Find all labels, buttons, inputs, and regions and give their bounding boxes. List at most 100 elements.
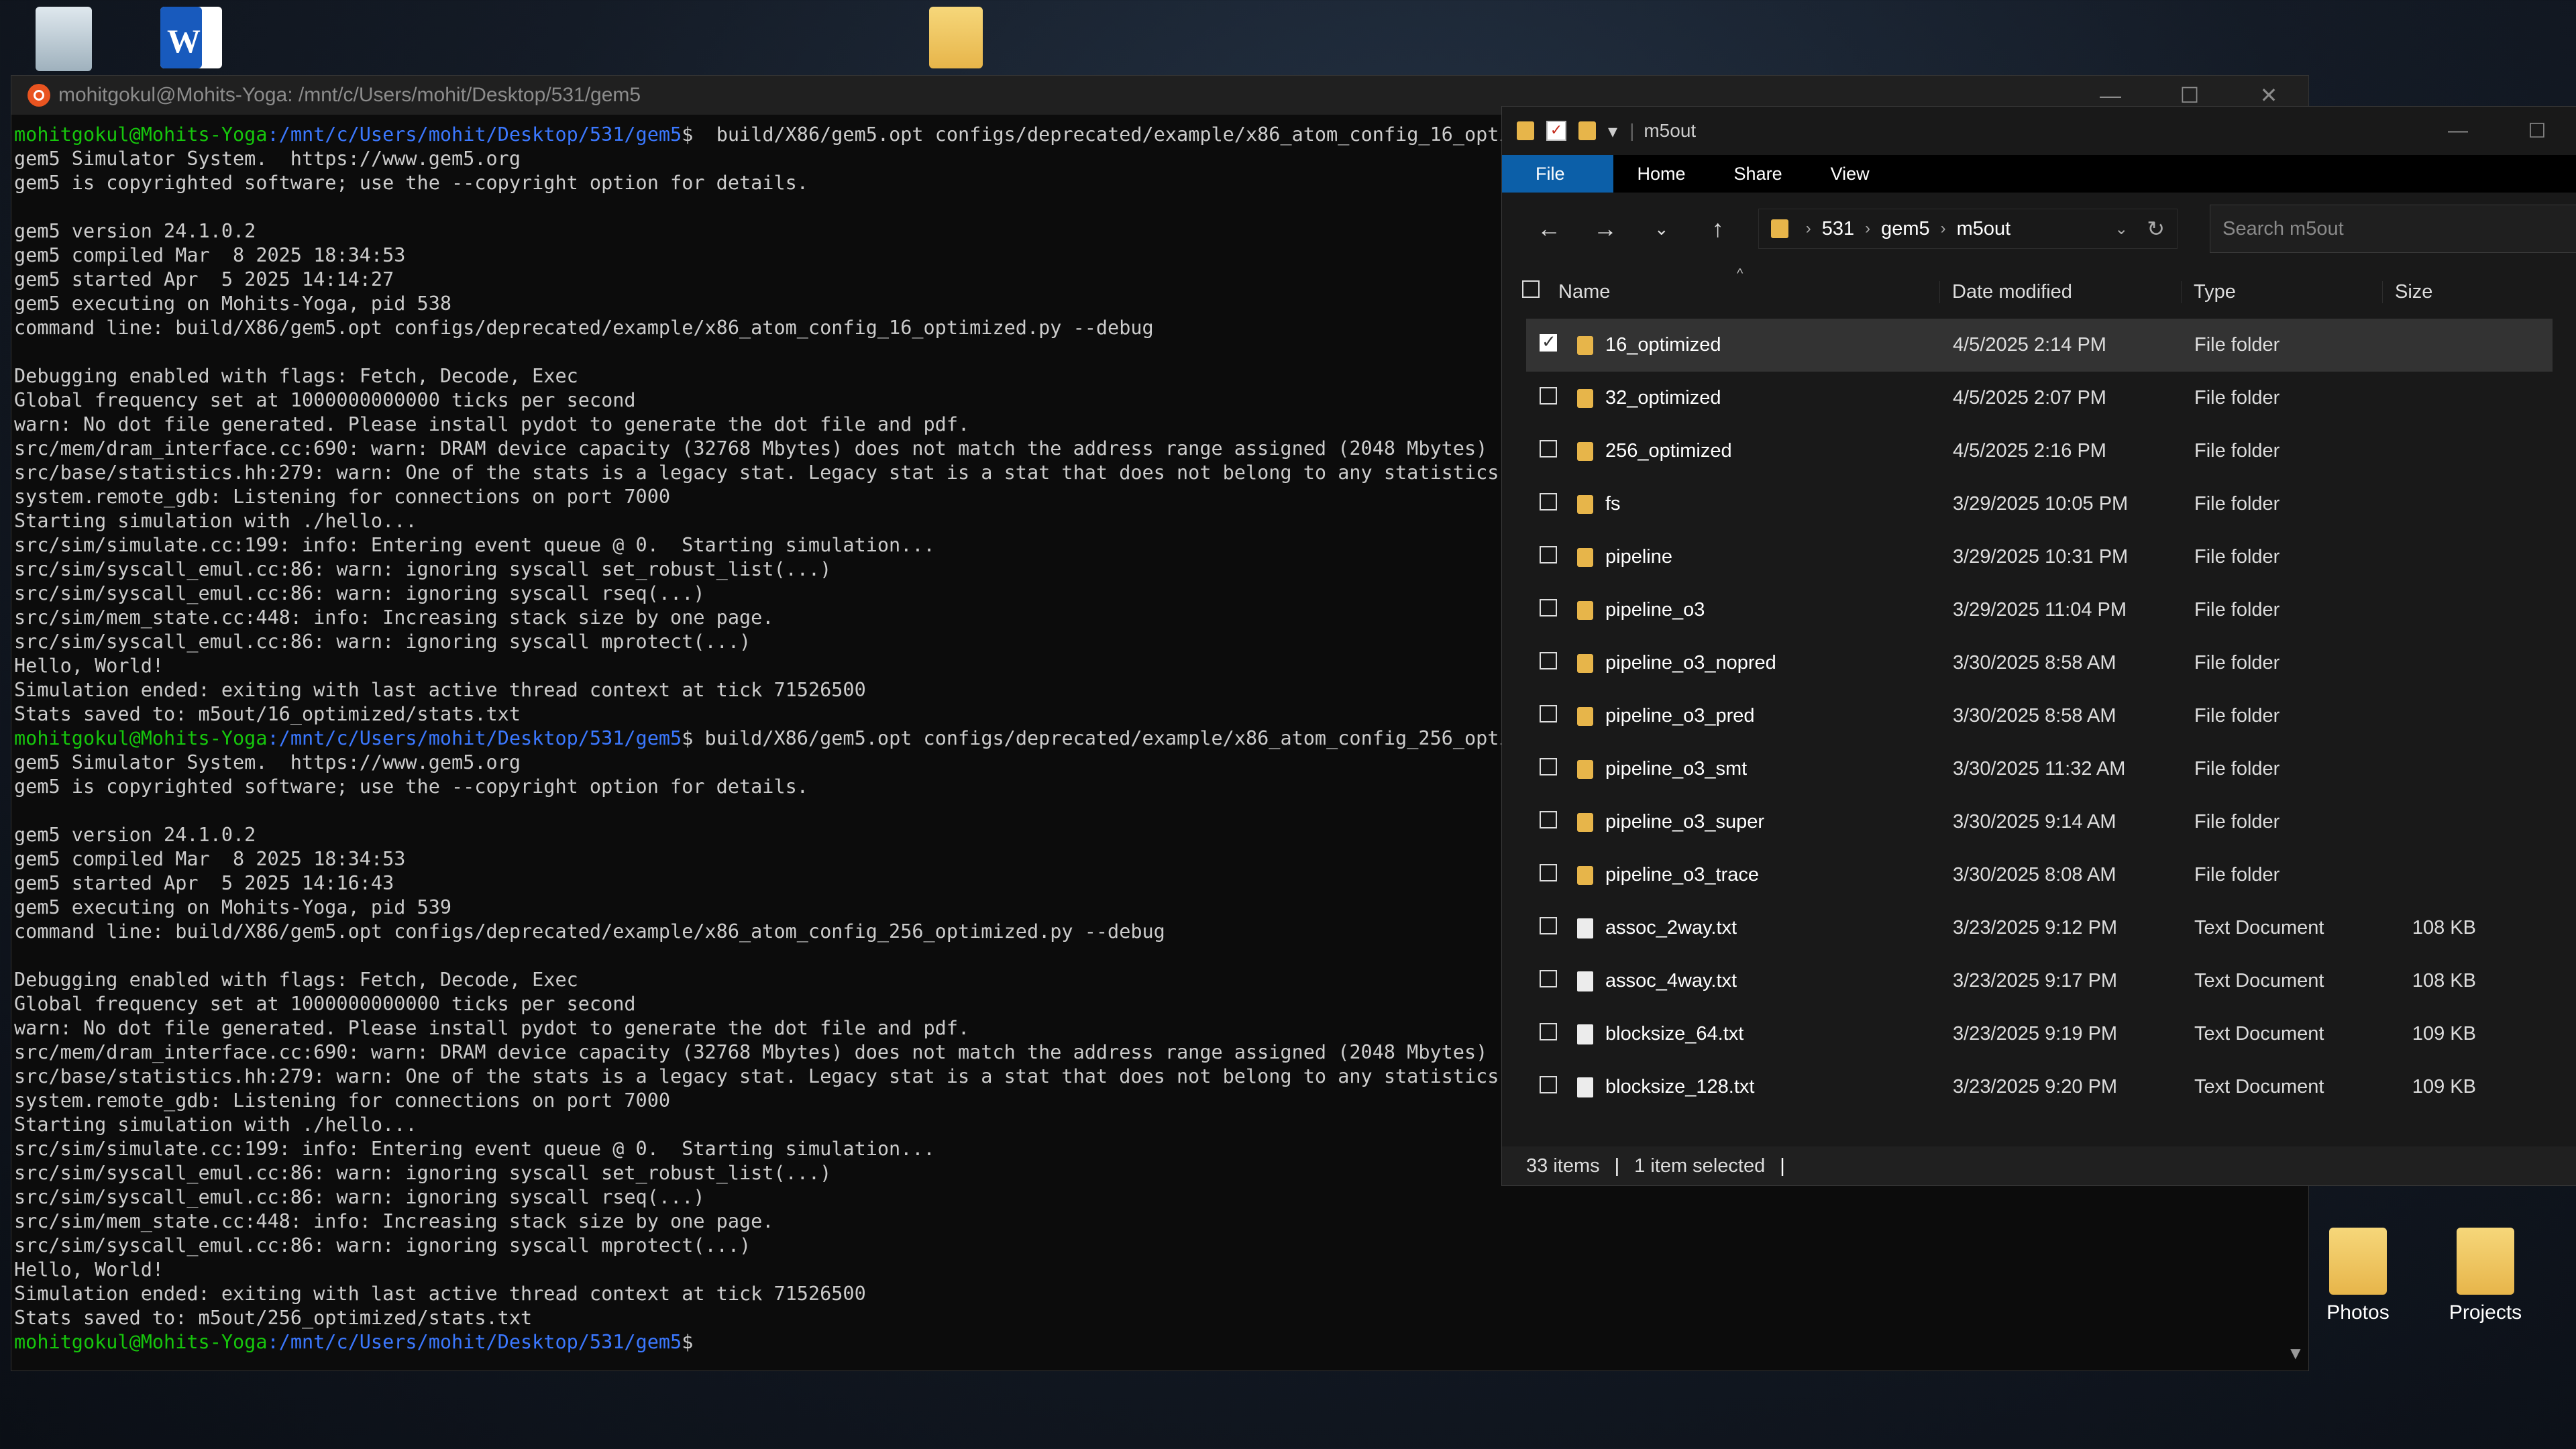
column-name[interactable]: Name [1540,281,1939,303]
address-bar[interactable]: › 531 › gem5 › m5out ⌄ ↻ [1758,209,2178,249]
row-checkbox[interactable] [1540,704,1557,722]
photos-desktop-icon[interactable]: Photos [2321,1228,2395,1324]
recycle-bin-icon[interactable] [27,7,101,71]
row-checkbox[interactable] [1540,1075,1557,1093]
row-checkbox[interactable] [1540,810,1557,828]
file-list-scrollbar[interactable] [2562,288,2576,1146]
row-checkbox[interactable] [1540,651,1557,669]
minimize-icon[interactable]: — [2418,107,2498,155]
file-list-row[interactable]: blocksize_64.txt 3/23/2025 9:19 PM Text Do… [1526,1008,2553,1061]
file-name: assoc_2way.txt [1605,917,1737,938]
date-modified: 4/5/2025 2:07 PM [1953,387,2106,409]
file-list-row[interactable]: 32_optimized 4/5/2025 2:07 PM File folder [1526,372,2553,425]
address-dropdown-icon[interactable]: ⌄ [2114,219,2128,239]
text-file-icon [1577,1077,1593,1097]
row-checkbox[interactable] [1540,598,1557,616]
file-list-row[interactable]: fs 3/29/2025 10:05 PM File folder [1526,478,2553,531]
file-name: pipeline_o3_nopred [1605,652,1776,674]
tab-share[interactable]: Share [1710,155,1807,193]
row-checkbox[interactable] [1540,863,1557,881]
folder-icon [1577,494,1593,514]
recent-locations-icon[interactable]: ⌄ [1633,219,1690,239]
date-modified: 4/5/2025 2:14 PM [1953,334,2106,356]
date-modified: 3/30/2025 11:32 AM [1953,758,2126,780]
folder-icon [1770,219,1788,238]
command-3: $ [682,1331,694,1353]
row-checkbox[interactable] [1540,757,1557,775]
scroll-down-icon[interactable]: ▼ [2287,1343,2304,1364]
row-checkbox[interactable] [1540,1022,1557,1040]
folder-icon [1577,600,1593,620]
item-count: 33 items [1526,1155,1600,1177]
breadcrumb-item[interactable]: m5out [1957,218,2011,240]
file-list-row[interactable]: pipeline_o3_trace 3/30/2025 8:08 AM File f… [1526,849,2553,902]
selection-count: 1 item selected [1634,1155,1766,1177]
customize-toolbar-icon[interactable]: ▾ [1608,120,1617,142]
word-document-icon[interactable]: W [154,7,228,68]
projects-desktop-icon[interactable]: Projects [2449,1228,2522,1324]
file-type: File folder [2194,811,2280,833]
file-type: Text Document [2194,1076,2324,1097]
folder-icon [1577,441,1593,461]
file-type: File folder [2194,758,2280,780]
up-arrow-icon[interactable]: ↑ [1690,215,1746,243]
select-all-checkbox[interactable] [1522,280,1540,298]
date-modified: 3/30/2025 8:08 AM [1953,864,2116,885]
file-size: 108 KB [2412,970,2476,991]
column-date-modified[interactable]: Date modified [1939,280,2181,303]
prompt-path: :/mnt/c/Users/mohit/Desktop/531/gem5 [267,727,682,749]
desktop-folder-icon[interactable] [919,7,993,68]
sort-ascending-icon: ^ [1737,266,1743,281]
breadcrumb-item[interactable]: gem5 [1881,218,1930,240]
column-size[interactable]: Size [2382,280,2516,303]
file-type: File folder [2194,705,2280,727]
new-folder-icon[interactable] [1578,121,1596,140]
maximize-icon[interactable]: ☐ [2498,107,2576,155]
file-list-row[interactable]: pipeline_o3_smt 3/30/2025 11:32 AM File fo… [1526,743,2553,796]
file-name: 256_optimized [1605,440,1732,462]
recycle-bin-icon-glyph [36,7,92,71]
tab-view[interactable]: View [1807,155,1894,193]
output-block-2: gem5 Simulator System. https://www.gem5.… [14,751,1614,1329]
file-name: pipeline_o3_super [1605,811,1765,833]
row-checkbox[interactable] [1540,545,1557,564]
explorer-titlebar[interactable]: ✓ ▾ | m5out — ☐ [1502,107,2576,155]
file-list-row[interactable]: pipeline 3/29/2025 10:31 PM File folder [1526,531,2553,584]
file-list-row[interactable]: assoc_4way.txt 3/23/2025 9:17 PM Text Docu… [1526,955,2553,1008]
row-checkbox[interactable] [1540,916,1557,934]
text-file-icon [1577,971,1593,991]
folder-icon [1577,335,1593,355]
refresh-icon[interactable]: ↻ [2147,216,2165,241]
folder-icon [1577,547,1593,567]
file-list-row[interactable]: pipeline_o3_nopred 3/30/2025 8:58 AM File … [1526,637,2553,690]
file-name: pipeline_o3_pred [1605,705,1755,727]
row-checkbox[interactable] [1540,331,1557,352]
prompt-path: :/mnt/c/Users/mohit/Desktop/531/gem5 [267,1331,682,1353]
back-arrow-icon[interactable]: ← [1521,215,1577,243]
file-list-row[interactable]: pipeline_o3_pred 3/30/2025 8:58 AM File fo… [1526,690,2553,743]
tab-home[interactable]: Home [1613,155,1710,193]
file-name: 32_optimized [1605,387,1721,409]
file-list-row[interactable]: assoc_2way.txt 3/23/2025 9:12 PM Text Docu… [1526,902,2553,955]
row-checkbox[interactable] [1540,492,1557,511]
breadcrumb-item[interactable]: 531 [1822,218,1854,240]
row-checkbox[interactable] [1540,439,1557,458]
properties-icon[interactable]: ✓ [1546,121,1566,141]
photos-label: Photos [2326,1301,2390,1324]
file-type: File folder [2194,599,2280,621]
search-input[interactable]: Search m5out [2210,205,2576,253]
text-file-icon [1577,918,1593,938]
file-list-row[interactable]: pipeline_o3_super 3/30/2025 9:14 AM File f… [1526,796,2553,849]
column-type[interactable]: Type [2181,280,2382,303]
file-list-row[interactable]: pipeline_o3 3/29/2025 11:04 PM File folder [1526,584,2553,637]
tab-file[interactable]: File [1502,155,1613,193]
forward-arrow-icon[interactable]: → [1577,215,1633,243]
row-checkbox[interactable] [1540,386,1557,405]
date-modified: 3/23/2025 9:12 PM [1953,917,2118,938]
row-checkbox[interactable] [1540,969,1557,987]
date-modified: 3/29/2025 10:31 PM [1953,546,2129,568]
file-explorer-window[interactable]: ✓ ▾ | m5out — ☐ File Home Share View ← →… [1501,106,2576,1186]
file-list-row[interactable]: 16_optimized 4/5/2025 2:14 PM File folder [1526,319,2553,372]
file-list-row[interactable]: blocksize_128.txt 3/23/2025 9:20 PM Text D… [1526,1061,2553,1114]
file-list-row[interactable]: 256_optimized 4/5/2025 2:16 PM File folder [1526,425,2553,478]
